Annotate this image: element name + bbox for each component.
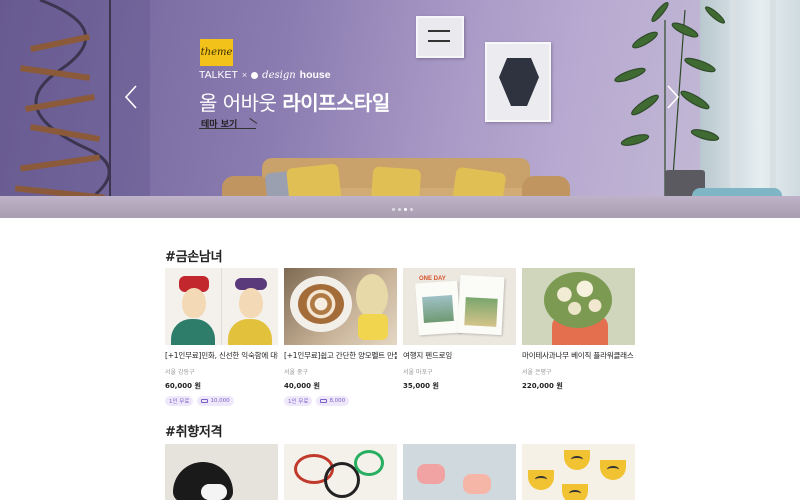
class-card[interactable]: ONE DAY 여행지 펜드로잉 서울 마포구 35,000 원 (403, 268, 516, 406)
hero-banner[interactable]: theme TALKET × design house 올 어바웃 라이프스타일… (0, 0, 800, 218)
class-card[interactable] (522, 444, 635, 500)
class-card[interactable] (403, 444, 516, 500)
class-price: 60,000 원 (165, 382, 201, 390)
slide-indicator (392, 208, 413, 211)
card-list (165, 444, 635, 500)
class-thumbnail (522, 268, 635, 345)
class-thumbnail (284, 444, 397, 500)
talket-logo: TALKET (199, 69, 238, 81)
chevron-left-icon (124, 85, 137, 109)
theme-view-underline (199, 128, 256, 129)
hero-next-button[interactable] (662, 84, 684, 110)
free-tag: 1인 무료 (165, 396, 194, 406)
class-title[interactable]: [+1인무료]쉽고 간단한 양모펠트 만들기 (284, 350, 397, 361)
hero-title-bold: 라이프스타일 (282, 91, 390, 115)
hero-title-light: 올 어바웃 (199, 91, 277, 115)
class-thumbnail (284, 268, 397, 345)
thumbnail-illustration: ONE DAY (419, 276, 446, 282)
class-location: 서울 은평구 (522, 369, 552, 376)
slide-dot[interactable] (392, 208, 395, 211)
section-title: #금손남녀 (165, 250, 223, 265)
free-tag: 1인 무료 (284, 396, 313, 406)
theme-badge: theme (200, 39, 233, 66)
class-thumbnail: ONE DAY (403, 268, 516, 345)
designhouse-logo-house: house (299, 69, 331, 81)
hero-title: 올 어바웃 라이프스타일 (199, 87, 390, 116)
ticket-icon (320, 399, 328, 403)
floor (0, 196, 800, 218)
slide-dot[interactable] (398, 208, 401, 211)
designhouse-logo-design: design (262, 69, 296, 81)
wall-frame-small (416, 16, 464, 58)
class-thumbnail (403, 444, 516, 500)
collab-x: × (241, 70, 248, 80)
slide-dot-active[interactable] (404, 208, 407, 211)
class-title[interactable]: 마이테사과나무 베이직 플라워클래스 (522, 350, 635, 361)
class-card[interactable] (165, 444, 278, 500)
class-card[interactable]: [+1인무료]민화, 신선한 익숙함에 대하여 서울 강동구 60,000 원 … (165, 268, 278, 406)
class-thumbnail (165, 268, 278, 345)
discount-tag: 10,000 (197, 396, 234, 406)
class-price: 40,000 원 (284, 382, 320, 390)
class-tags: 1인 무료 10,000 (165, 396, 278, 406)
theme-view-arrow-icon (249, 117, 258, 124)
wall-frame-large (485, 42, 551, 122)
class-location: 서울 중구 (284, 369, 308, 376)
class-thumbnail (522, 444, 635, 500)
class-card[interactable]: 마이테사과나무 베이직 플라워클래스 서울 은평구 220,000 원 (522, 268, 635, 406)
class-card[interactable]: [+1인무료]쉽고 간단한 양모펠트 만들기 서울 중구 40,000 원 1인… (284, 268, 397, 406)
chevron-right-icon (667, 85, 680, 109)
class-location: 서울 마포구 (403, 369, 433, 376)
class-card[interactable] (284, 444, 397, 500)
slide-dot[interactable] (410, 208, 413, 211)
designhouse-dot-icon (251, 71, 259, 79)
discount-tag: 8,000 (316, 396, 350, 406)
brand-line: TALKET × design house (199, 69, 331, 81)
ticket-icon (201, 399, 209, 403)
hero-prev-button[interactable] (120, 84, 142, 110)
class-price: 35,000 원 (403, 382, 439, 390)
class-thumbnail (165, 444, 278, 500)
class-title[interactable]: 여행지 펜드로잉 (403, 350, 516, 361)
section-title: #취향저격 (165, 425, 223, 440)
card-list: [+1인무료]민화, 신선한 익숙함에 대하여 서울 강동구 60,000 원 … (165, 268, 635, 406)
class-title[interactable]: [+1인무료]민화, 신선한 익숙함에 대하여 (165, 350, 278, 361)
class-tags: 1인 무료 8,000 (284, 396, 397, 406)
class-location: 서울 강동구 (165, 369, 195, 376)
class-price: 220,000 원 (522, 382, 563, 390)
